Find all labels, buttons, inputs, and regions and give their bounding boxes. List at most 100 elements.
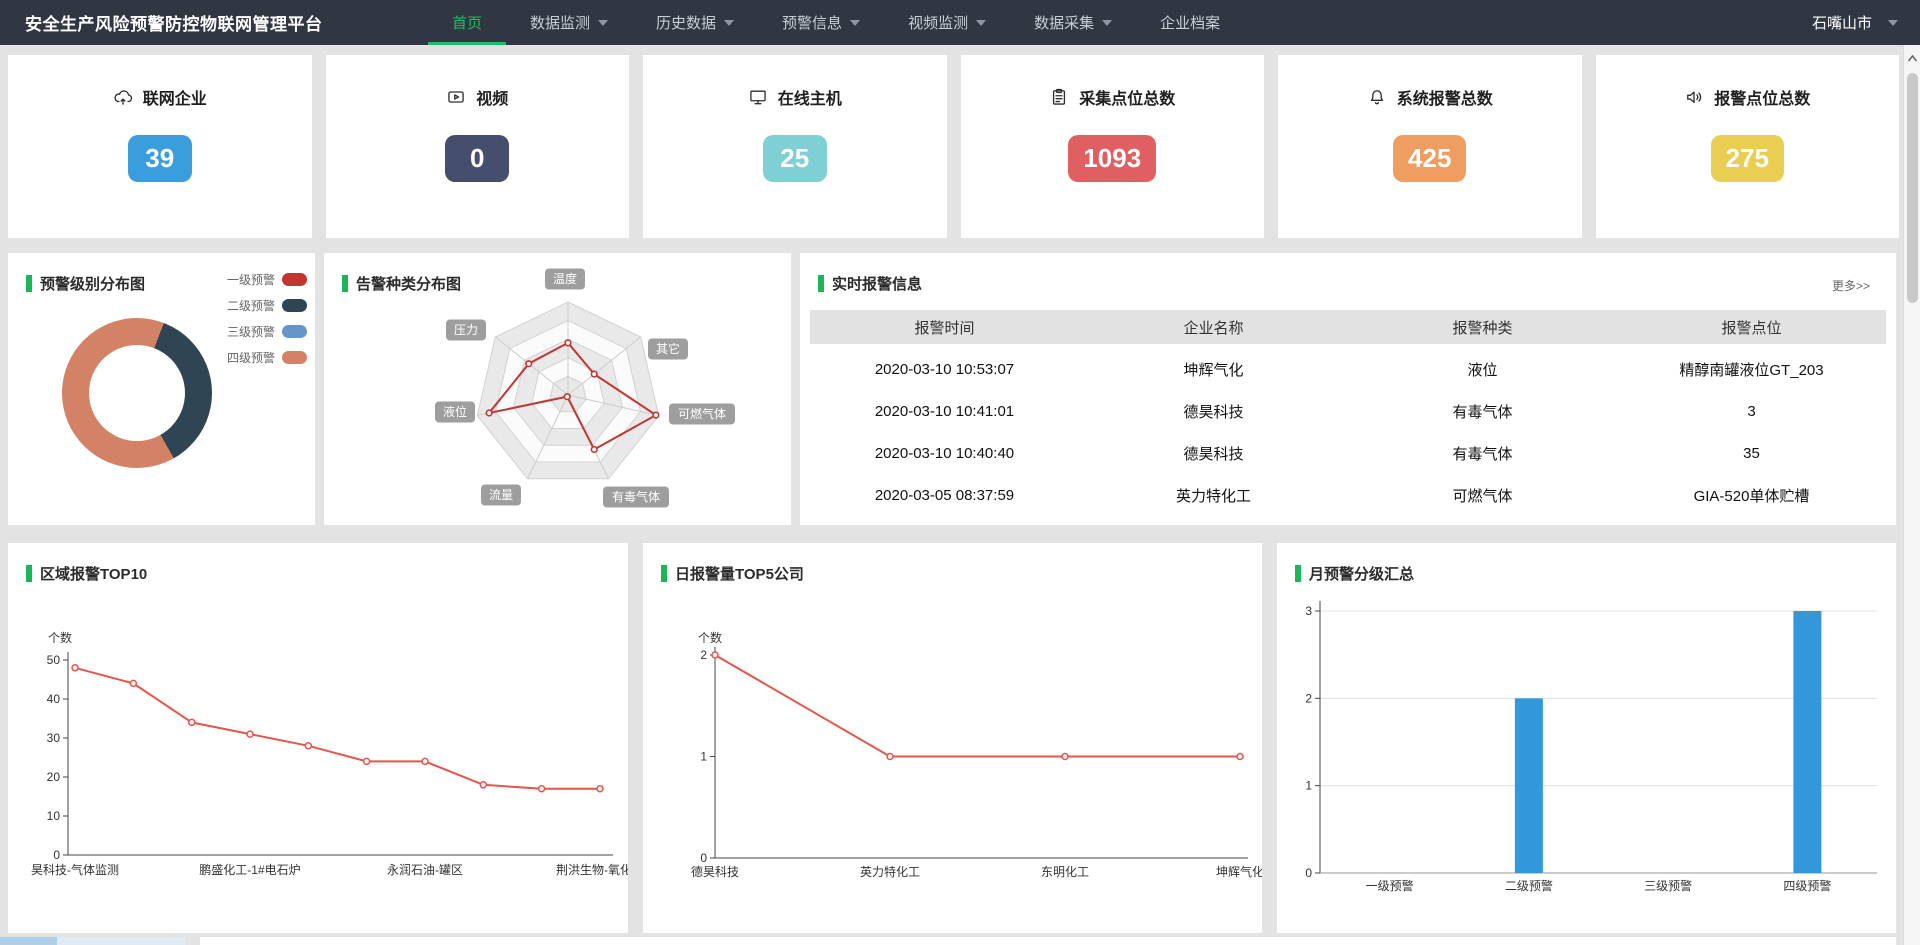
stat-card-label: 视频: [476, 85, 508, 109]
legend-swatch: [282, 325, 307, 338]
radar-axis-label: 可燃气体: [669, 404, 735, 425]
alarm-table-cell: 英力特化工: [1079, 485, 1348, 506]
svg-text:二级预警: 二级预警: [1505, 878, 1553, 893]
region-top10-chart: 个数01020304050昊科技-气体监测鹏盛化工-1#电石炉永润石油-罐区荆洪…: [8, 543, 628, 933]
alarm-table-cell: 精醇南罐液位GT_203: [1617, 359, 1886, 380]
alarm-table-cell: 2020-03-10 10:41:01: [810, 403, 1079, 420]
radar-axis-label: 温度: [545, 269, 585, 290]
svg-text:2: 2: [700, 648, 707, 662]
alarm-table-cell: 德昊科技: [1079, 401, 1348, 422]
legend-item[interactable]: 三级预警: [227, 323, 307, 340]
stat-card: 系统报警总数425: [1278, 55, 1582, 238]
stat-card-value: 39: [128, 135, 192, 182]
nav-menu-item[interactable]: 历史数据: [632, 0, 758, 45]
region-selector[interactable]: 石嘴山市: [1812, 0, 1898, 45]
alarm-table-row: 2020-03-05 08:37:59英力特化工可燃气体GIA-520单体贮槽: [810, 474, 1886, 516]
stat-card-value: 275: [1711, 135, 1784, 182]
svg-text:20: 20: [47, 770, 61, 784]
svg-text:三级预警: 三级预警: [1644, 878, 1692, 893]
alarm-table-cell: 2020-03-10 10:53:07: [810, 361, 1079, 378]
svg-text:40: 40: [47, 692, 61, 706]
panel-title-text: 预警级别分布图: [40, 273, 145, 294]
nav-menu-item[interactable]: 数据采集: [1010, 0, 1136, 45]
scroll-up-arrow[interactable]: [1904, 51, 1920, 67]
nav-menu-item[interactable]: 企业档案: [1136, 0, 1244, 45]
svg-text:0: 0: [700, 851, 707, 865]
stat-card: 报警点位总数275: [1596, 55, 1900, 238]
nav-menu-item[interactable]: 预警信息: [758, 0, 884, 45]
alarm-table-header: 报警时间企业名称报警种类报警点位: [810, 310, 1886, 344]
svg-text:2: 2: [1305, 691, 1312, 705]
svg-text:0: 0: [53, 848, 60, 862]
bell-icon: [1367, 87, 1387, 107]
legend-swatch: [282, 299, 307, 312]
svg-text:有毒气体: 有毒气体: [612, 489, 660, 504]
speaker-icon: [1684, 87, 1704, 107]
legend-label: 四级预警: [227, 349, 275, 366]
alarm-column-header: 企业名称: [1079, 317, 1348, 338]
more-link[interactable]: 更多>>: [1832, 277, 1870, 294]
alarm-column-header: 报警种类: [1348, 317, 1617, 338]
region-label: 石嘴山市: [1812, 12, 1872, 33]
alarm-table-cell: 3: [1617, 403, 1886, 420]
svg-text:30: 30: [47, 731, 61, 745]
svg-text:50: 50: [47, 653, 61, 667]
panel-title-text: 实时报警信息: [832, 273, 922, 294]
legend-label: 三级预警: [227, 323, 275, 340]
svg-text:其它: 其它: [656, 341, 680, 356]
legend-item[interactable]: 二级预警: [227, 297, 307, 314]
donut-legend: 一级预警二级预警三级预警四级预警: [227, 271, 307, 375]
nav-menu-item[interactable]: 视频监测: [884, 0, 1010, 45]
alarm-table-cell: 德昊科技: [1079, 443, 1348, 464]
nav-menu-item[interactable]: 首页: [428, 0, 506, 45]
donut-chart: [62, 318, 212, 468]
nav-menu-item-label: 企业档案: [1160, 12, 1220, 33]
alarm-table-body: 2020-03-10 10:53:07坤辉气化液位精醇南罐液位GT_203202…: [810, 348, 1886, 516]
svg-text:昊科技-气体监测: 昊科技-气体监测: [31, 862, 119, 877]
alarm-column-header: 报警点位: [1617, 317, 1886, 338]
svg-text:一级预警: 一级预警: [1366, 878, 1414, 893]
svg-text:1: 1: [1305, 779, 1312, 793]
nav-menu-item-label: 数据监测: [530, 12, 590, 33]
alarm-table-row: 2020-03-10 10:40:40德昊科技有毒气体35: [810, 432, 1886, 474]
alarm-table-row: 2020-03-10 10:53:07坤辉气化液位精醇南罐液位GT_203: [810, 348, 1886, 390]
alarm-table-cell: 有毒气体: [1348, 443, 1617, 464]
svg-text:0: 0: [1305, 866, 1312, 880]
nav-menu-item[interactable]: 数据监测: [506, 0, 632, 45]
chevron-down-icon: [850, 20, 860, 26]
alarm-table-cell: 可燃气体: [1348, 485, 1617, 506]
svg-text:温度: 温度: [553, 271, 577, 286]
scrollbar[interactable]: [1903, 45, 1920, 945]
chevron-down-icon: [976, 20, 986, 26]
nav-menu-item-label: 数据采集: [1034, 12, 1094, 33]
stat-card-value: 25: [763, 135, 827, 182]
alarm-table-cell: 有毒气体: [1348, 401, 1617, 422]
stat-card-head: 联网企业: [113, 85, 207, 109]
top-navbar: 安全生产风险预警防控物联网管理平台 首页数据监测历史数据预警信息视频监测数据采集…: [0, 0, 1920, 45]
stat-card-label: 采集点位总数: [1079, 85, 1175, 109]
stat-card-label: 联网企业: [143, 85, 207, 109]
title-marker: [818, 275, 824, 292]
svg-text:1: 1: [700, 750, 707, 764]
radar-axis-label: 其它: [648, 339, 688, 360]
panel-title: 实时报警信息: [818, 273, 922, 294]
stat-card-head: 视频: [446, 85, 508, 109]
legend-item[interactable]: 四级预警: [227, 349, 307, 366]
alarm-column-header: 报警时间: [810, 317, 1079, 338]
stat-card-label: 在线主机: [778, 85, 842, 109]
chevron-down-icon: [1102, 20, 1112, 26]
scrollbar-thumb[interactable]: [1907, 73, 1918, 303]
svg-text:德昊科技: 德昊科技: [691, 864, 739, 879]
svg-text:压力: 压力: [454, 323, 478, 337]
stat-card: 联网企业 39: [8, 55, 312, 238]
svg-text:荆洪生物-氧化反: 荆洪生物-氧化反: [556, 863, 628, 877]
svg-text:个数: 个数: [48, 630, 72, 645]
stat-card-head: 采集点位总数: [1049, 85, 1175, 109]
svg-text:可燃气体: 可燃气体: [678, 406, 726, 421]
stats-row: 联网企业39视频0在线主机25采集点位总数1093系统报警总数425报警点位总数…: [8, 55, 1899, 238]
stat-card: 采集点位总数 1093: [961, 55, 1265, 238]
stat-card-value: 1093: [1068, 135, 1156, 182]
legend-item[interactable]: 一级预警: [227, 271, 307, 288]
alarm-table-cell: GIA-520单体贮槽: [1617, 485, 1886, 506]
radar-axis-label: 液位: [435, 402, 475, 423]
